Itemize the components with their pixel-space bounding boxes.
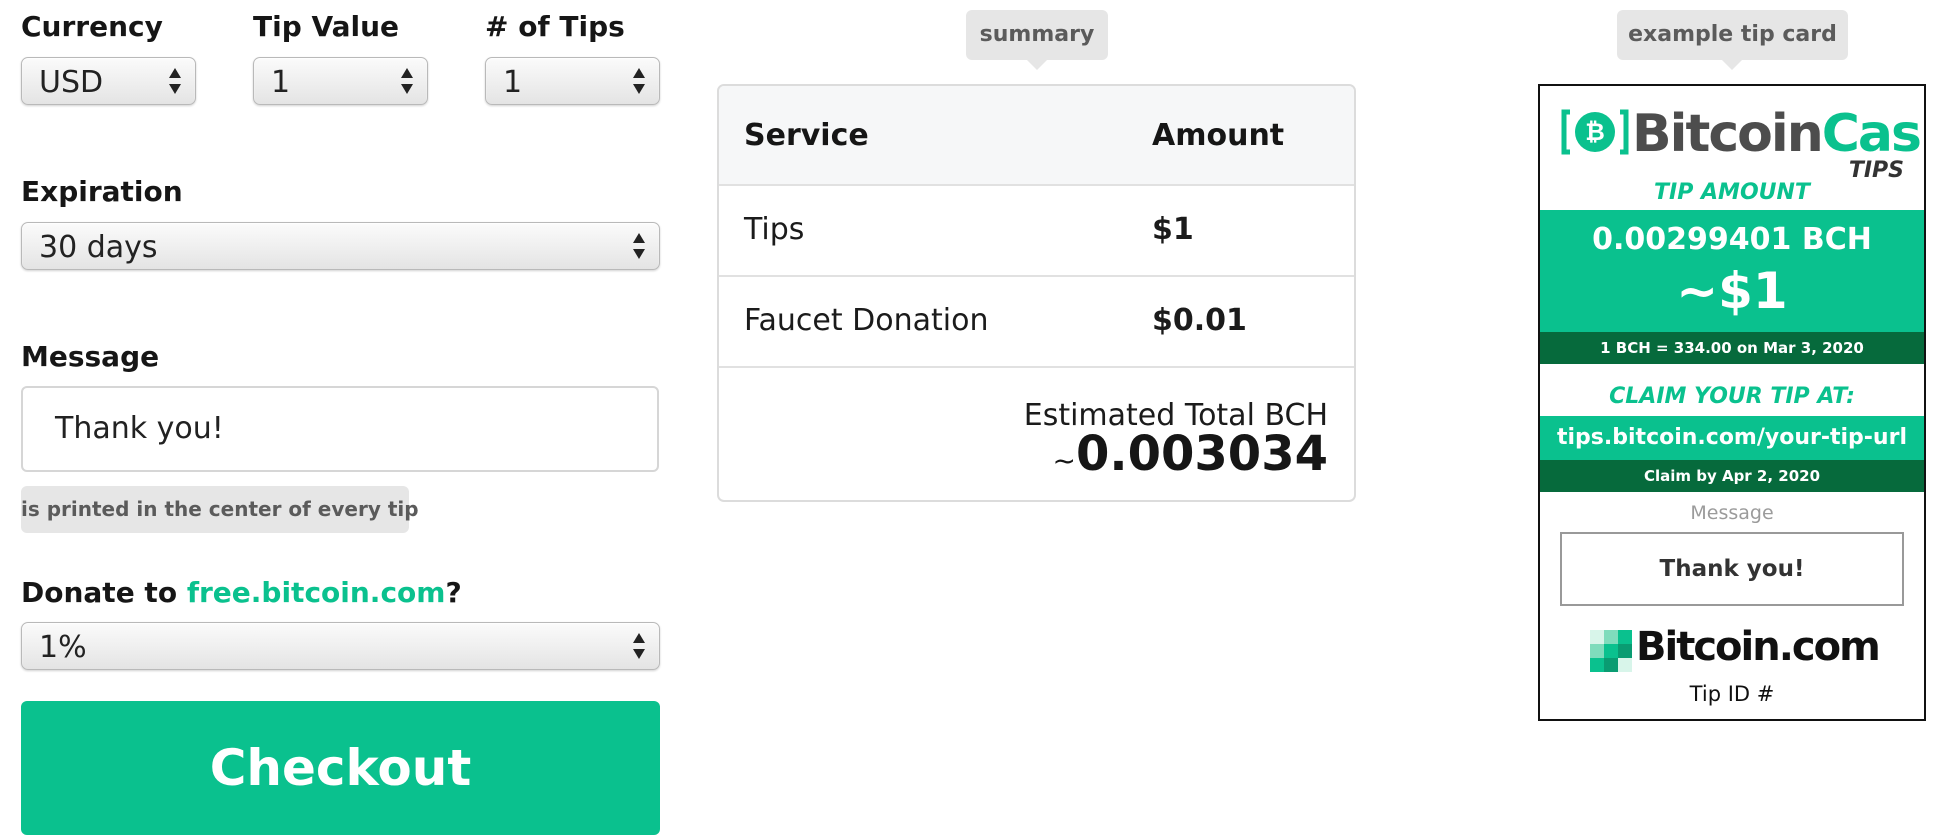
example-tip-card-tab: example tip card xyxy=(1617,10,1848,60)
claim-by-date: Claim by Apr 2, 2020 xyxy=(1540,460,1924,492)
currency-value: USD xyxy=(39,65,104,100)
num-tips-value: 1 xyxy=(503,65,523,100)
message-input-value: Thank you! xyxy=(55,411,224,446)
tip-value-select[interactable]: 1 xyxy=(253,57,428,105)
service-cell: Tips xyxy=(744,212,805,247)
select-arrows-icon xyxy=(633,233,645,259)
table-row: Tips $1 xyxy=(719,186,1354,277)
service-cell: Faucet Donation xyxy=(744,303,989,338)
estimated-total-value: ~0.003034 xyxy=(1053,426,1329,482)
rate-line: 1 BCH = 334.00 on Mar 3, 2020 xyxy=(1540,332,1924,364)
bitcoin-com-logo-icon xyxy=(1590,630,1632,672)
num-tips-select[interactable]: 1 xyxy=(485,57,660,105)
amount-cell: $1 xyxy=(1152,212,1194,247)
summary-tab-pointer xyxy=(1027,60,1047,70)
claim-url: tips.bitcoin.com/your-tip-url xyxy=(1540,416,1924,460)
select-arrows-icon xyxy=(169,68,181,94)
bitcoin-com-logo: Bitcoin.com xyxy=(1590,624,1890,676)
donate-label-suffix: ? xyxy=(445,576,462,609)
table-row: Faucet Donation $0.01 xyxy=(719,277,1354,368)
expiration-label: Expiration xyxy=(21,175,183,208)
svg-text:₿: ₿ xyxy=(1585,118,1605,146)
summary-header-row: Service Amount xyxy=(719,86,1354,186)
message-input[interactable]: Thank you! xyxy=(21,386,659,472)
select-arrows-icon xyxy=(633,633,645,659)
total-approx-sign: ~ xyxy=(1052,444,1076,477)
currency-select[interactable]: USD xyxy=(21,57,196,105)
faucet-link[interactable]: free.bitcoin.com xyxy=(187,576,446,609)
expiration-value: 30 days xyxy=(39,230,158,265)
bitcoin-cash-coin-icon: ₿ xyxy=(1561,109,1629,155)
tip-value-value: 1 xyxy=(271,65,291,100)
brand-part2: Cash xyxy=(1821,104,1924,164)
message-hint: is printed in the center of every tip xyxy=(21,486,419,533)
card-message-label: Message xyxy=(1690,502,1774,524)
service-header: Service xyxy=(744,118,869,153)
summary-tab: summary xyxy=(966,10,1108,60)
amount-header: Amount xyxy=(1152,118,1285,153)
card-message-box: Thank you! xyxy=(1560,532,1904,606)
select-arrows-icon xyxy=(633,68,645,94)
tip-amount-label: TIP AMOUNT xyxy=(1654,180,1810,205)
summary-table: Service Amount Tips $1 Faucet Donation $… xyxy=(717,84,1356,502)
footer-brand: Bitcoin.com xyxy=(1636,624,1881,670)
total-amount: 0.003034 xyxy=(1075,426,1328,482)
tip-id-label: Tip ID # xyxy=(1689,682,1775,706)
claim-label: CLAIM YOUR TIP AT: xyxy=(1609,384,1855,409)
donate-label-prefix: Donate to xyxy=(21,576,187,609)
tip-value-label: Tip Value xyxy=(253,10,400,43)
tip-amount-band: 0.00299401 BCH ~$1 xyxy=(1540,210,1924,332)
checkout-button[interactable]: Checkout xyxy=(21,701,660,835)
donate-label: Donate to free.bitcoin.com? xyxy=(21,576,462,609)
amount-cell: $0.01 xyxy=(1152,303,1247,338)
donate-select[interactable]: 1% xyxy=(21,622,660,670)
brand-wordmark: BitcoinCash xyxy=(1632,104,1924,164)
select-arrows-icon xyxy=(401,68,413,94)
num-tips-label: # of Tips xyxy=(485,10,625,43)
donate-value: 1% xyxy=(39,630,87,665)
tip-card-preview: ₿ BitcoinCash TIPS TIP AMOUNT 0.00299401… xyxy=(1538,84,1926,721)
bitcoin-cash-tips-logo: ₿ BitcoinCash TIPS xyxy=(1560,104,1924,183)
usd-amount: ~$1 xyxy=(1676,262,1788,320)
brand-part1: Bitcoin xyxy=(1632,104,1824,164)
card-tab-pointer xyxy=(1722,60,1742,70)
expiration-select[interactable]: 30 days xyxy=(21,222,660,270)
bch-amount: 0.00299401 BCH xyxy=(1592,222,1872,257)
message-label: Message xyxy=(21,340,160,373)
currency-label: Currency xyxy=(21,10,163,43)
